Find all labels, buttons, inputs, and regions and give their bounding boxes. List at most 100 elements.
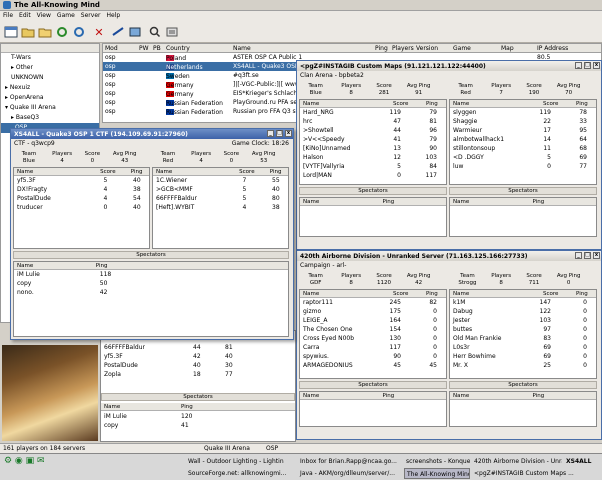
col-game[interactable]: Game (453, 45, 471, 52)
minimize-icon[interactable]: _ (575, 62, 582, 69)
player-row[interactable]: >Showtell 44 96 (300, 126, 446, 135)
tree-item-quake3[interactable]: ▾ Quake III Arena (1, 103, 99, 113)
player-row[interactable]: >GCB<MMF 5 40 (153, 185, 288, 194)
spec-col-name[interactable]: Name (453, 393, 469, 399)
col-name[interactable]: Name (303, 291, 319, 297)
player-row[interactable]: LEIGE_A 164 0 (300, 316, 446, 325)
player-row[interactable]: PostalDude 4 54 (14, 194, 149, 203)
open-folder-icon[interactable] (37, 24, 53, 40)
task-sourceforge[interactable]: SourceForge.net: allknowingmi... (186, 468, 296, 479)
player-row[interactable]: [KiNo]Unnamed 13 90 (300, 144, 446, 153)
player-row[interactable]: The Chosen One 154 0 (300, 325, 446, 334)
search-icon[interactable] (147, 24, 163, 40)
close-icon[interactable]: x (593, 252, 600, 259)
player-row[interactable]: [Heft].WYBIT 4 38 (153, 203, 288, 212)
col-name[interactable]: Name (453, 101, 469, 107)
col-score[interactable]: Score (393, 101, 408, 107)
player-row[interactable]: Dabug 122 0 (450, 307, 596, 316)
player-row[interactable]: Warmieur 17 95 (450, 126, 596, 135)
spectator-row[interactable]: nono. 42 (14, 288, 288, 297)
player-row[interactable]: luw 0 77 (450, 162, 596, 171)
col-ping[interactable]: Ping (375, 45, 388, 52)
player-row[interactable]: Herr Bowhime 69 0 (450, 352, 596, 361)
bg-spectator-row[interactable]: iM Lulie 120 (101, 412, 295, 421)
menu-edit[interactable]: Edit (16, 11, 34, 20)
spec-col-name[interactable]: Name (303, 393, 319, 399)
task-wall-lighting[interactable]: Wall - Outdoor Lighting - Lightin (186, 456, 296, 467)
menu-file[interactable]: File (0, 11, 16, 20)
col-pb[interactable]: PB (153, 45, 161, 52)
col-pw[interactable]: PW (139, 45, 149, 52)
player-row[interactable]: spywius. 90 0 (300, 352, 446, 361)
airborne-titlebar[interactable]: 420th Airborne Division - Unranked Serve… (297, 251, 601, 261)
spec-col-ping[interactable]: Ping (533, 393, 545, 399)
col-score[interactable]: Score (543, 101, 558, 107)
spectator-row[interactable]: iM Lulie 118 (14, 270, 288, 279)
player-row[interactable]: Lord|MAN 0 117 (300, 171, 446, 180)
tree-item-nexuiz[interactable]: ▸ Nexuiz (1, 83, 99, 93)
col-ping[interactable]: Ping (576, 291, 588, 297)
task-java[interactable]: Java - AKM/org/dlleum/server/... (298, 468, 402, 479)
tree-item-baseq3[interactable]: ▸ BaseQ3 (1, 113, 99, 123)
player-row[interactable]: truducer 0 40 (14, 203, 149, 212)
player-row[interactable]: L0s3r 69 0 (450, 343, 596, 352)
tree-item-other[interactable]: ▸ Other (1, 63, 99, 73)
menu-server[interactable]: Server (78, 11, 104, 20)
tree-item-openarena[interactable]: ▸ OpenArena (1, 93, 99, 103)
player-row[interactable]: DX!Fragty 4 38 (14, 185, 149, 194)
player-row[interactable]: Cross Eyed N00b 130 0 (300, 334, 446, 343)
player-row[interactable]: Old Man Frankie 83 0 (450, 334, 596, 343)
task-xs4all[interactable]: XS4ALL (564, 456, 602, 467)
player-row[interactable]: 1C.Wiener 7 55 (153, 176, 288, 185)
col-mod[interactable]: Mod (105, 45, 118, 52)
task-inbox[interactable]: Inbox for Brian.Rapp@ncaa.go... (298, 456, 402, 467)
kde-menu-icon[interactable]: ⚙ ◉ ▣ ✉ (2, 456, 92, 467)
player-row[interactable]: raptor111 245 82 (300, 298, 446, 307)
col-name[interactable]: Name (156, 169, 172, 175)
bg-player-row[interactable]: yf5.3F 42 40 (101, 352, 295, 361)
player-row[interactable]: ARMAGEDONIUS 45 45 (300, 361, 446, 370)
close-icon[interactable]: x (285, 130, 292, 137)
maximize-icon[interactable]: □ (584, 252, 591, 259)
refresh-icon[interactable] (54, 24, 70, 40)
xs4all-titlebar[interactable]: XS4ALL - Quake3 OSP 1 CTF (194.109.69.91… (11, 129, 293, 139)
spec-col-name[interactable]: Name (453, 199, 469, 205)
minimize-icon[interactable]: _ (575, 252, 582, 259)
close-icon[interactable]: x (593, 62, 600, 69)
instagib-titlebar[interactable]: <pgZ#INSTAGIB Custom Maps (91.121.121.12… (297, 61, 601, 71)
connect-icon[interactable] (110, 24, 126, 40)
task-konqueror[interactable]: screenshots - Konqueror (404, 456, 470, 467)
spec-col-name[interactable]: Name (303, 199, 319, 205)
col-players[interactable]: Players (392, 45, 414, 52)
player-row[interactable]: Halson 12 103 (300, 153, 446, 162)
player-row[interactable]: k1M 147 0 (450, 298, 596, 307)
player-row[interactable]: hrc 47 81 (300, 117, 446, 126)
col-name[interactable]: Name (233, 45, 251, 52)
col-score[interactable]: Score (543, 291, 558, 297)
col-map[interactable]: Map (501, 45, 514, 52)
task-akm[interactable]: The All-Knowing Mind (404, 468, 470, 479)
task-airborne[interactable]: 420th Airborne Division - Unra... (472, 456, 562, 467)
col-ping[interactable]: Ping (426, 291, 438, 297)
col-ping[interactable]: Ping (426, 101, 438, 107)
tree-item-twars[interactable]: T-Wars (1, 53, 99, 63)
bg-spectator-row[interactable]: copy 41 (101, 421, 295, 430)
col-country[interactable]: Country (166, 45, 190, 52)
spec-col-ping[interactable]: Ping (96, 263, 108, 269)
player-row[interactable]: Shaggie 22 33 (450, 117, 596, 126)
refresh-all-icon[interactable] (71, 24, 87, 40)
player-row[interactable]: Jester 103 0 (450, 316, 596, 325)
col-ping[interactable]: Ping (576, 101, 588, 107)
menu-game[interactable]: Game (54, 11, 78, 20)
maximize-icon[interactable]: □ (584, 62, 591, 69)
col-name[interactable]: Name (303, 101, 319, 107)
spec-col-ping[interactable]: Ping (383, 393, 395, 399)
player-row[interactable]: >V<<Speedy 41 79 (300, 135, 446, 144)
col-name[interactable]: Name (453, 291, 469, 297)
spectator-row[interactable]: copy 50 (14, 279, 288, 288)
minimize-icon[interactable]: _ (267, 130, 274, 137)
bg-player-row[interactable]: PostalDude 40 30 (101, 361, 295, 370)
menu-view[interactable]: View (34, 11, 54, 20)
window-icon[interactable] (3, 24, 19, 40)
col-score[interactable]: Score (393, 291, 408, 297)
